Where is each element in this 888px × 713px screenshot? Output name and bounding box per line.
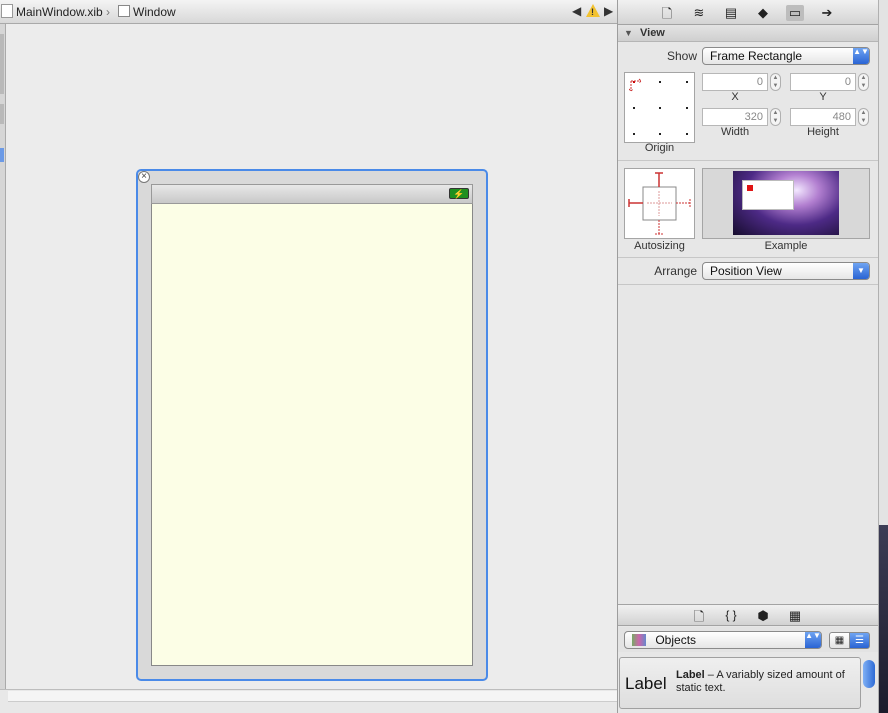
origin-dot[interactable] [686,81,688,83]
size-inspector-icon[interactable]: ▭ [786,5,804,21]
width-field[interactable]: 320 [702,108,768,126]
origin-label: Origin [644,142,675,154]
x-stepper[interactable]: ▲ ▼ [770,73,781,91]
library-scope-popup[interactable]: Objects ▲▼ [624,631,822,649]
example-view-marker [747,185,753,191]
show-popup[interactable]: Frame Rectangle ▲▼ [702,47,870,65]
popup-arrows-icon: ▲▼ [805,632,821,648]
popup-arrow-down-icon: ▼ [853,263,869,279]
section-title: View [640,27,665,39]
origin-dot[interactable] [686,133,688,135]
origin-dot[interactable] [633,133,635,135]
width-label: Width [720,126,750,138]
main-view[interactable] [151,204,473,666]
library-item-description: Label – A variably sized amount of stati… [676,669,856,695]
autosizing-springs-icon [628,172,691,235]
code-snippet-library-icon[interactable]: { } [722,608,740,622]
library-toolbar: 🗋 { } ⬢ ▦ [618,604,878,626]
icon-view-button[interactable]: ▦ [829,632,850,649]
origin-dot[interactable] [686,107,688,109]
scrollbar-track[interactable] [8,691,617,702]
divider [618,160,878,161]
height-stepper[interactable]: ▲ ▼ [858,108,869,126]
horizontal-scrollbar[interactable] [0,689,617,713]
jump-bar: MainWindow.xib › Window ◀ ! ▶ [0,0,617,24]
gutter-marker-selected [0,148,4,162]
library-scope-value: Objects [655,633,697,647]
y-stepper[interactable]: ▲ ▼ [858,73,869,91]
divider [618,257,878,258]
width-stepper[interactable]: ▲ ▼ [770,108,781,126]
y-field[interactable]: 0 [790,73,856,91]
arrange-popup[interactable]: Position View ▼ [702,262,870,280]
popup-arrows-icon: ▲▼ [853,48,869,64]
window-object-icon [118,5,130,17]
connections-inspector-icon[interactable]: ➔ [818,5,836,21]
height-field[interactable]: 480 [790,108,856,126]
gutter-marker [0,104,4,124]
attributes-inspector-icon[interactable]: ◆ [754,5,772,21]
battery-icon: ⚡ [449,188,469,199]
objects-library-icon [632,634,646,646]
example-label: Example [764,240,808,252]
status-bar [151,184,473,204]
y-label: Y [819,91,827,103]
previous-issue-button[interactable]: ◀ [572,4,581,18]
quick-help-icon[interactable]: ≋ [690,5,708,21]
show-label: Show [666,49,697,63]
origin-control[interactable] [624,72,695,143]
library-item-preview: Label [625,674,667,693]
warning-glyph: ! [591,7,594,17]
arrange-popup-value: Position View [710,264,782,278]
jump-bar-separator: › [106,5,110,19]
origin-dot[interactable] [659,81,661,83]
xib-file-icon [1,4,13,18]
library-item-label[interactable]: Label Label – A variably sized amount of… [619,657,861,709]
object-library-icon[interactable]: ⬢ [754,608,772,624]
show-popup-value: Frame Rectangle [710,49,803,63]
file-inspector-icon[interactable]: 🗋 [658,5,676,27]
arrange-label: Arrange [654,264,697,278]
disclosure-triangle-icon[interactable]: ▼ [624,28,633,38]
next-issue-button[interactable]: ▶ [604,4,613,18]
view-section-header[interactable]: ▼ View [618,25,878,42]
identity-inspector-icon[interactable]: ▤ [722,5,740,21]
jump-bar-item-window[interactable]: Window [133,5,176,19]
autosizing-control[interactable] [624,168,695,239]
height-label: Height [807,126,839,138]
right-edge [878,0,888,713]
library-scroll-thumb[interactable] [863,660,875,688]
library-item-name: Label [676,669,705,681]
origin-dot[interactable] [633,107,635,109]
jump-bar-file[interactable]: MainWindow.xib [16,5,103,19]
list-view-button[interactable]: ☰ [849,632,870,649]
origin-arrows-icon [629,78,642,92]
close-window-icon[interactable]: × [138,171,150,183]
x-field[interactable]: 0 [702,73,768,91]
origin-dot[interactable] [659,133,661,135]
x-label: X [731,91,739,103]
gutter-marker [0,34,4,94]
warning-icon[interactable]: ! [586,4,600,17]
media-library-icon[interactable]: ▦ [786,608,804,624]
origin-dot[interactable] [659,107,661,109]
desktop-background [879,525,888,713]
divider [618,284,878,285]
autosizing-label: Autosizing [634,240,685,252]
left-gutter [0,24,6,689]
inspector-toolbar: 🗋 ≋ ▤ ◆ ▭ ➔ [618,0,878,25]
